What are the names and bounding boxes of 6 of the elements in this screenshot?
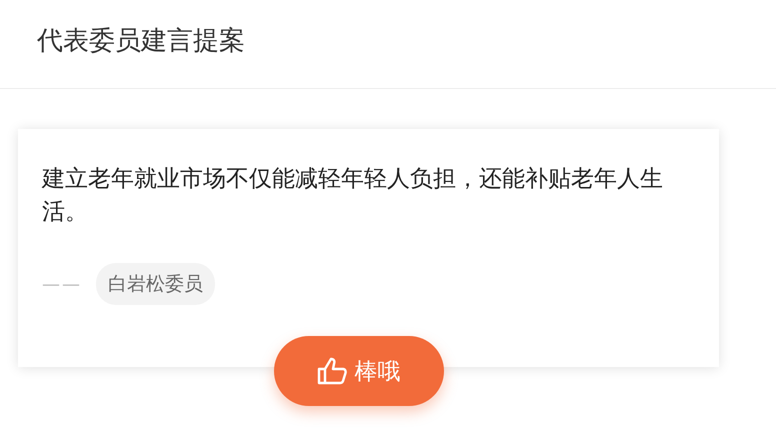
dash-mark: —— xyxy=(42,274,82,294)
author-tag: 白岩松委员 xyxy=(96,263,215,305)
quote-text: 建立老年就业市场不仅能减轻年轻人负担，还能补贴老年人生活。 xyxy=(42,165,664,227)
page-title: 代表委员建言提案 xyxy=(37,24,245,58)
like-button[interactable]: 棒哦 xyxy=(274,336,444,406)
thumbs-up-icon xyxy=(316,357,346,385)
